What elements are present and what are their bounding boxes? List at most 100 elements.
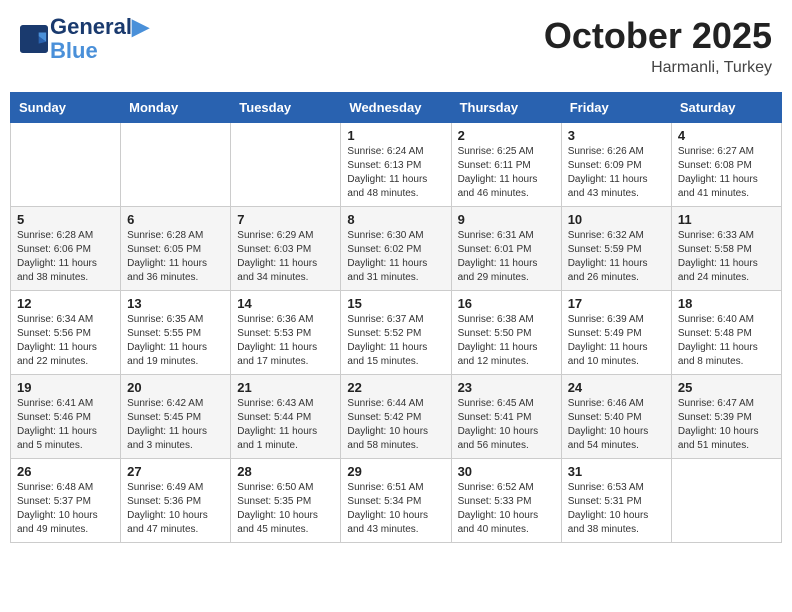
day-info: Sunrise: 6:26 AM Sunset: 6:09 PM Dayligh… bbox=[568, 145, 665, 201]
day-info: Sunrise: 6:31 AM Sunset: 6:01 PM Dayligh… bbox=[458, 229, 555, 285]
calendar-cell: 27 Sunrise: 6:49 AM Sunset: 5:36 PM Dayli… bbox=[121, 459, 231, 543]
day-number: 14 bbox=[237, 296, 334, 311]
calendar-cell: 23 Sunrise: 6:45 AM Sunset: 5:41 PM Dayli… bbox=[451, 375, 561, 459]
calendar-cell: 16Sunrise: 6:38 AM Sunset: 5:50 PM Dayli… bbox=[451, 291, 561, 375]
calendar-cell: 21 Sunrise: 6:43 AM Sunset: 5:44 PM Dayli… bbox=[231, 375, 341, 459]
calendar-cell: 5 Sunrise: 6:28 AM Sunset: 6:06 PM Daylig… bbox=[11, 207, 121, 291]
calendar-cell: 15 Sunrise: 6:37 AM Sunset: 5:52 PM Dayli… bbox=[341, 291, 451, 375]
day-number: 12 bbox=[17, 296, 114, 311]
week-row-4: 19 Sunrise: 6:41 AM Sunset: 5:46 PM Dayli… bbox=[11, 375, 782, 459]
calendar-cell: 1 Sunrise: 6:24 AM Sunset: 6:13 PM Daylig… bbox=[341, 123, 451, 207]
weekday-header-tuesday: Tuesday bbox=[231, 93, 341, 123]
day-info: Sunrise: 6:43 AM Sunset: 5:44 PM Dayligh… bbox=[237, 397, 334, 453]
day-number: 31 bbox=[568, 464, 665, 479]
day-info: Sunrise: 6:40 AM Sunset: 5:48 PM Dayligh… bbox=[678, 313, 775, 369]
day-number: 5 bbox=[17, 212, 114, 227]
month-title: October 2025 bbox=[544, 15, 772, 57]
day-number: 22 bbox=[347, 380, 444, 395]
calendar-cell: 22 Sunrise: 6:44 AM Sunset: 5:42 PM Dayli… bbox=[341, 375, 451, 459]
day-info: Sunrise: 6:25 AM Sunset: 6:11 PM Dayligh… bbox=[458, 145, 555, 201]
weekday-header-thursday: Thursday bbox=[451, 93, 561, 123]
day-number: 18 bbox=[678, 296, 775, 311]
day-info: Sunrise: 6:28 AM Sunset: 6:06 PM Dayligh… bbox=[17, 229, 114, 285]
day-number: 11 bbox=[678, 212, 775, 227]
day-number: 8 bbox=[347, 212, 444, 227]
weekday-header-saturday: Saturday bbox=[671, 93, 781, 123]
calendar-cell: 6 Sunrise: 6:28 AM Sunset: 6:05 PM Daylig… bbox=[121, 207, 231, 291]
day-number: 6 bbox=[127, 212, 224, 227]
day-number: 15 bbox=[347, 296, 444, 311]
day-number: 20 bbox=[127, 380, 224, 395]
calendar-cell: 24 Sunrise: 6:46 AM Sunset: 5:40 PM Dayli… bbox=[561, 375, 671, 459]
day-info: Sunrise: 6:52 AM Sunset: 5:33 PM Dayligh… bbox=[458, 481, 555, 537]
day-number: 30 bbox=[458, 464, 555, 479]
day-info: Sunrise: 6:28 AM Sunset: 6:05 PM Dayligh… bbox=[127, 229, 224, 285]
calendar-cell: 12 Sunrise: 6:34 AM Sunset: 5:56 PM Dayli… bbox=[11, 291, 121, 375]
day-number: 10 bbox=[568, 212, 665, 227]
day-info: Sunrise: 6:32 AM Sunset: 5:59 PM Dayligh… bbox=[568, 229, 665, 285]
weekday-header-friday: Friday bbox=[561, 93, 671, 123]
day-info: Sunrise: 6:41 AM Sunset: 5:46 PM Dayligh… bbox=[17, 397, 114, 453]
day-number: 27 bbox=[127, 464, 224, 479]
page-header: General▶ Blue October 2025 Harmanli, Tur… bbox=[10, 10, 782, 82]
logo-icon bbox=[20, 25, 48, 53]
day-number: 28 bbox=[237, 464, 334, 479]
calendar-cell: 20 Sunrise: 6:42 AM Sunset: 5:45 PM Dayli… bbox=[121, 375, 231, 459]
calendar-cell: 3Sunrise: 6:26 AM Sunset: 6:09 PM Daylig… bbox=[561, 123, 671, 207]
week-row-1: 1 Sunrise: 6:24 AM Sunset: 6:13 PM Daylig… bbox=[11, 123, 782, 207]
day-number: 13 bbox=[127, 296, 224, 311]
day-info: Sunrise: 6:49 AM Sunset: 5:36 PM Dayligh… bbox=[127, 481, 224, 537]
day-info: Sunrise: 6:34 AM Sunset: 5:56 PM Dayligh… bbox=[17, 313, 114, 369]
day-number: 4 bbox=[678, 128, 775, 143]
calendar-cell: 31Sunrise: 6:53 AM Sunset: 5:31 PM Dayli… bbox=[561, 459, 671, 543]
day-info: Sunrise: 6:50 AM Sunset: 5:35 PM Dayligh… bbox=[237, 481, 334, 537]
day-info: Sunrise: 6:30 AM Sunset: 6:02 PM Dayligh… bbox=[347, 229, 444, 285]
day-number: 9 bbox=[458, 212, 555, 227]
weekday-header-row: SundayMondayTuesdayWednesdayThursdayFrid… bbox=[11, 93, 782, 123]
day-info: Sunrise: 6:37 AM Sunset: 5:52 PM Dayligh… bbox=[347, 313, 444, 369]
day-number: 16 bbox=[458, 296, 555, 311]
day-number: 29 bbox=[347, 464, 444, 479]
calendar-cell: 18 Sunrise: 6:40 AM Sunset: 5:48 PM Dayli… bbox=[671, 291, 781, 375]
logo-text: General▶ Blue bbox=[50, 15, 149, 63]
day-number: 2 bbox=[458, 128, 555, 143]
calendar-cell: 25Sunrise: 6:47 AM Sunset: 5:39 PM Dayli… bbox=[671, 375, 781, 459]
week-row-2: 5 Sunrise: 6:28 AM Sunset: 6:06 PM Daylig… bbox=[11, 207, 782, 291]
day-number: 26 bbox=[17, 464, 114, 479]
day-info: Sunrise: 6:27 AM Sunset: 6:08 PM Dayligh… bbox=[678, 145, 775, 201]
calendar-cell: 29 Sunrise: 6:51 AM Sunset: 5:34 PM Dayli… bbox=[341, 459, 451, 543]
day-info: Sunrise: 6:33 AM Sunset: 5:58 PM Dayligh… bbox=[678, 229, 775, 285]
day-info: Sunrise: 6:36 AM Sunset: 5:53 PM Dayligh… bbox=[237, 313, 334, 369]
calendar-cell: 4 Sunrise: 6:27 AM Sunset: 6:08 PM Daylig… bbox=[671, 123, 781, 207]
day-info: Sunrise: 6:24 AM Sunset: 6:13 PM Dayligh… bbox=[347, 145, 444, 201]
day-info: Sunrise: 6:51 AM Sunset: 5:34 PM Dayligh… bbox=[347, 481, 444, 537]
week-row-3: 12 Sunrise: 6:34 AM Sunset: 5:56 PM Dayli… bbox=[11, 291, 782, 375]
day-number: 23 bbox=[458, 380, 555, 395]
day-info: Sunrise: 6:46 AM Sunset: 5:40 PM Dayligh… bbox=[568, 397, 665, 453]
calendar-cell: 26 Sunrise: 6:48 AM Sunset: 5:37 PM Dayli… bbox=[11, 459, 121, 543]
calendar-cell: 8 Sunrise: 6:30 AM Sunset: 6:02 PM Daylig… bbox=[341, 207, 451, 291]
day-info: Sunrise: 6:42 AM Sunset: 5:45 PM Dayligh… bbox=[127, 397, 224, 453]
logo: General▶ Blue bbox=[20, 15, 149, 63]
calendar-cell bbox=[121, 123, 231, 207]
location-title: Harmanli, Turkey bbox=[544, 59, 772, 77]
day-number: 19 bbox=[17, 380, 114, 395]
calendar-cell: 10 Sunrise: 6:32 AM Sunset: 5:59 PM Dayli… bbox=[561, 207, 671, 291]
day-info: Sunrise: 6:35 AM Sunset: 5:55 PM Dayligh… bbox=[127, 313, 224, 369]
day-number: 1 bbox=[347, 128, 444, 143]
day-info: Sunrise: 6:48 AM Sunset: 5:37 PM Dayligh… bbox=[17, 481, 114, 537]
day-number: 25 bbox=[678, 380, 775, 395]
calendar-table: SundayMondayTuesdayWednesdayThursdayFrid… bbox=[10, 92, 782, 543]
calendar-cell: 28 Sunrise: 6:50 AM Sunset: 5:35 PM Dayli… bbox=[231, 459, 341, 543]
calendar-cell: 11 Sunrise: 6:33 AM Sunset: 5:58 PM Dayli… bbox=[671, 207, 781, 291]
title-block: October 2025 Harmanli, Turkey bbox=[544, 15, 772, 77]
day-info: Sunrise: 6:45 AM Sunset: 5:41 PM Dayligh… bbox=[458, 397, 555, 453]
day-number: 24 bbox=[568, 380, 665, 395]
day-info: Sunrise: 6:44 AM Sunset: 5:42 PM Dayligh… bbox=[347, 397, 444, 453]
day-number: 17 bbox=[568, 296, 665, 311]
week-row-5: 26 Sunrise: 6:48 AM Sunset: 5:37 PM Dayli… bbox=[11, 459, 782, 543]
calendar-cell: 19 Sunrise: 6:41 AM Sunset: 5:46 PM Dayli… bbox=[11, 375, 121, 459]
day-info: Sunrise: 6:29 AM Sunset: 6:03 PM Dayligh… bbox=[237, 229, 334, 285]
day-number: 21 bbox=[237, 380, 334, 395]
calendar-cell: 30 Sunrise: 6:52 AM Sunset: 5:33 PM Dayli… bbox=[451, 459, 561, 543]
